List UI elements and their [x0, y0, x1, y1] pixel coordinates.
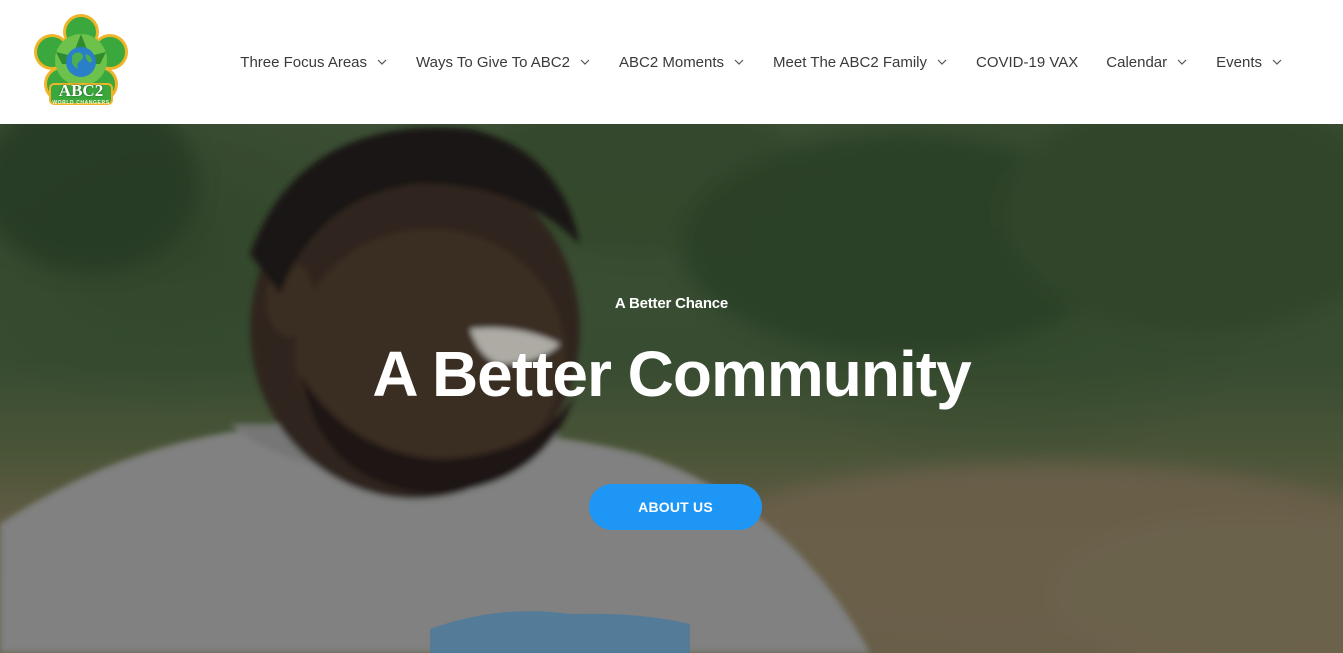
hero-title: A Better Community [372, 338, 971, 410]
nav-item-three-focus-areas[interactable]: Three Focus Areas [226, 42, 402, 82]
nav-item-label: COVID-19 VAX [976, 53, 1079, 71]
hero-section: A Better Chance A Better Community ABOUT… [0, 124, 1343, 653]
hero-content: A Better Chance A Better Community ABOUT… [0, 124, 1343, 653]
logo-subtext: WORLD CHANGERS [52, 100, 110, 106]
nav-item-label: Meet The ABC2 Family [773, 53, 927, 71]
site-header: ABC2 WORLD CHANGERS Three Focus Areas Way… [0, 0, 1343, 124]
main-nav: Three Focus Areas Ways To Give To ABC2 ABC… [226, 0, 1297, 124]
nav-item-covid-19-vax[interactable]: COVID-19 VAX [962, 42, 1092, 82]
chevron-down-icon [936, 56, 948, 68]
site-logo[interactable]: ABC2 WORLD CHANGERS [28, 12, 134, 112]
nav-item-meet-the-abc2-family[interactable]: Meet The ABC2 Family [759, 42, 962, 82]
nav-item-label: Events [1216, 53, 1262, 71]
chevron-down-icon [376, 56, 388, 68]
chevron-down-icon [579, 56, 591, 68]
nav-item-label: ABC2 Moments [619, 53, 725, 71]
nav-item-events[interactable]: Events [1202, 42, 1297, 82]
chevron-down-icon [733, 56, 745, 68]
nav-item-abc2-moments[interactable]: ABC2 Moments [605, 42, 759, 82]
chevron-down-icon [1271, 56, 1283, 68]
chevron-down-icon [1176, 56, 1188, 68]
nav-item-calendar[interactable]: Calendar [1092, 42, 1202, 82]
about-us-button[interactable]: ABOUT US [589, 484, 762, 530]
logo-text: ABC2 [58, 81, 104, 100]
nav-item-label: Three Focus Areas [240, 53, 368, 71]
nav-item-ways-to-give-to-abc2[interactable]: Ways To Give To ABC2 [402, 42, 605, 82]
nav-item-label: Ways To Give To ABC2 [416, 53, 570, 71]
nav-item-label: Calendar [1106, 53, 1168, 71]
hero-kicker: A Better Chance [614, 295, 729, 312]
